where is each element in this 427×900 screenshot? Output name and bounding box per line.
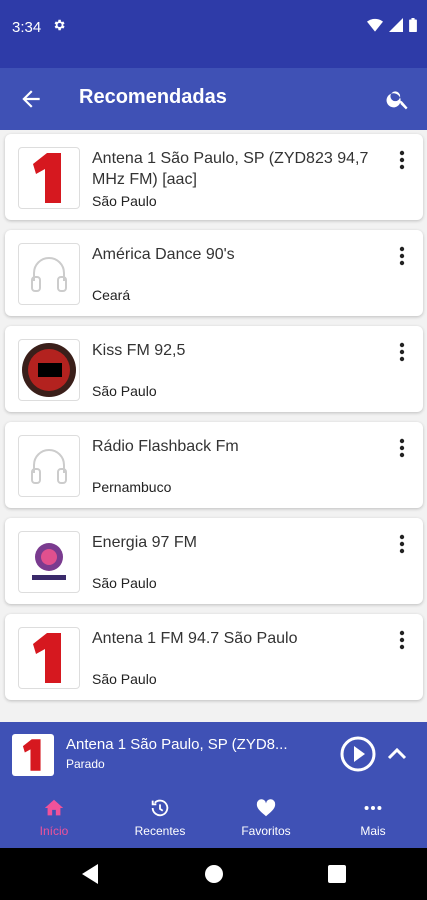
page-title: Recomendadas [79,86,227,108]
more-vert-icon[interactable] [399,342,405,362]
system-indicators [367,18,417,32]
station-name: Energia 97 FM [92,534,197,551]
settings-gear-icon [52,18,66,37]
energia-logo [18,531,80,593]
headphones-icon [18,435,80,497]
station-card[interactable]: Antena 1 FM 94.7 São Paulo São Paulo [5,614,423,700]
station-name: Rádio Flashback Fm [92,438,239,455]
mini-player[interactable]: Antena 1 São Paulo, SP (ZYD8... Parado [0,722,427,788]
status-bar: 3:34 [0,0,427,68]
wifi-icon [367,18,383,32]
play-button-icon[interactable] [340,736,376,772]
station-card[interactable]: América Dance 90's Ceará [5,230,423,316]
station-region: São Paulo [92,193,157,209]
player-title: Antena 1 São Paulo, SP (ZYD8... [66,736,288,753]
station-name: América Dance 90's [92,246,235,263]
back-arrow-icon[interactable] [18,86,44,112]
home-circle-icon[interactable] [204,864,224,884]
heart-icon [256,799,276,817]
station-card[interactable]: Antena 1 São Paulo, SP (ZYD823 94,7 MHz … [5,134,423,220]
station-name: Kiss FM 92,5 [92,342,186,359]
station-region: São Paulo [92,383,157,399]
chevron-up-icon[interactable] [385,742,409,766]
nav-label: Favoritos [241,824,291,838]
station-name: Antena 1 São Paulo, SP (ZYD823 94,7 MHz … [92,150,369,188]
station-region: São Paulo [92,575,157,591]
more-horiz-icon [364,805,382,811]
more-vert-icon[interactable] [399,150,405,170]
station-name: Antena 1 FM 94.7 São Paulo [92,630,298,647]
more-vert-icon[interactable] [399,438,405,458]
search-icon[interactable] [385,86,411,112]
battery-icon [409,18,417,32]
kiss-fm-logo [18,339,80,401]
headphones-icon [18,243,80,305]
nav-item-more[interactable]: Mais [323,796,423,838]
nav-label: Início [39,824,69,838]
station-card[interactable]: Rádio Flashback Fm Pernambuco [5,422,423,508]
nav-item-recent[interactable]: Recentes [110,796,210,838]
player-status: Parado [66,757,105,771]
back-triangle-icon[interactable] [82,864,100,884]
signal-icon [389,18,403,32]
history-icon [151,799,169,817]
nav-label: Recentes [134,824,186,838]
nav-item-favorites[interactable]: Favoritos [216,796,316,838]
nav-item-home[interactable]: Início [4,796,104,838]
recents-square-icon[interactable] [328,865,346,883]
status-time: 3:34 [12,19,42,36]
antena1-logo [18,627,80,689]
bottom-navigation: Início Recentes Favoritos Mais [0,788,427,848]
nav-label: Mais [360,824,386,838]
app-bar: Recomendadas [0,68,427,130]
station-region: Ceará [92,287,131,303]
station-card[interactable]: Kiss FM 92,5 São Paulo [5,326,423,412]
station-card[interactable]: Energia 97 FM São Paulo [5,518,423,604]
station-region: Pernambuco [92,479,172,495]
more-vert-icon[interactable] [399,534,405,554]
home-icon [44,799,64,816]
antena1-logo [18,147,80,209]
antena1-logo [12,734,54,776]
system-navigation-bar [0,848,427,900]
more-vert-icon[interactable] [399,246,405,266]
more-vert-icon[interactable] [399,630,405,650]
station-region: São Paulo [92,671,157,687]
station-list: Antena 1 São Paulo, SP (ZYD823 94,7 MHz … [0,130,427,722]
